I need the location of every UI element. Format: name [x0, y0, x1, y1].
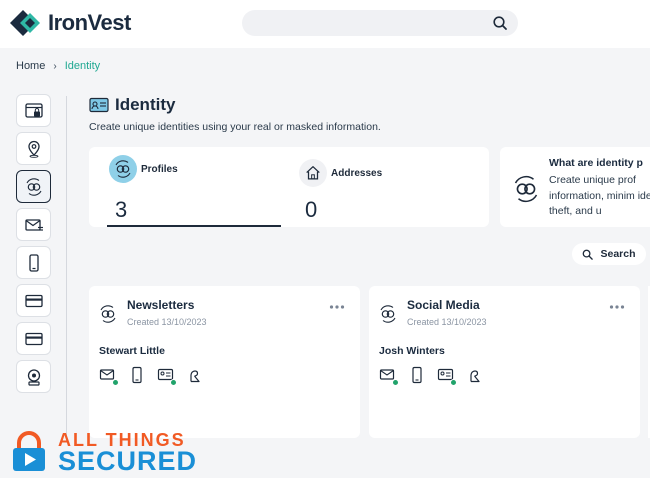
phone-icon	[132, 366, 142, 384]
masked-email-feature[interactable]	[379, 366, 399, 386]
ironvest-logo-icon	[10, 10, 40, 36]
brand-logo[interactable]: IronVest	[10, 8, 131, 38]
identity-masks-icon	[380, 305, 396, 323]
masked-email-icon	[24, 218, 43, 231]
masked-email-feature[interactable]	[99, 366, 119, 386]
sidebar-item-browser-lock[interactable]	[16, 94, 51, 127]
masked-phone-feature[interactable]	[128, 366, 148, 386]
addresses-tab[interactable]: Addresses 0	[299, 147, 469, 227]
search-button[interactable]: Search	[572, 243, 646, 265]
phone-icon	[28, 253, 39, 272]
sidebar-item-identity[interactable]	[16, 170, 51, 203]
address-feature[interactable]	[186, 366, 206, 386]
addresses-count: 0	[305, 197, 318, 222]
sidebar-item-card-2[interactable]	[16, 322, 51, 355]
card-created-date: Created 13/10/2023	[407, 317, 487, 327]
masked-card-feature[interactable]	[437, 366, 457, 386]
addresses-badge	[299, 159, 327, 187]
identity-card[interactable]: Social Media Created 13/10/2023 Josh Win…	[369, 286, 640, 438]
profiles-tab[interactable]: Profiles 3	[107, 147, 281, 227]
card-feature-icons	[379, 366, 495, 386]
info-title: What are identity p	[549, 157, 643, 169]
search-icon	[583, 249, 594, 260]
page-title: Identity	[115, 95, 176, 114]
card-identity-name: Josh Winters	[379, 345, 445, 357]
identity-masks-icon	[26, 177, 41, 196]
card-icon	[24, 294, 43, 307]
sidebar-item-webcam[interactable]	[16, 360, 51, 393]
webcam-icon	[27, 368, 40, 386]
active-status-dot	[450, 379, 457, 386]
global-search-input[interactable]	[242, 10, 518, 36]
card-identity-name: Stewart Little	[99, 345, 165, 357]
page-header: Identity	[89, 95, 175, 115]
profiles-count: 3	[115, 197, 128, 222]
address-feature[interactable]	[466, 366, 486, 386]
arm-pose-icon	[470, 370, 480, 383]
card-title: Newsletters	[127, 298, 195, 312]
sidebar	[16, 94, 52, 398]
active-status-dot	[112, 379, 119, 386]
breadcrumb: Home › Identity	[16, 60, 100, 72]
card-created-date: Created 13/10/2023	[127, 317, 207, 327]
sidebar-item-location[interactable]	[16, 132, 51, 165]
breadcrumb-current: Identity	[64, 60, 101, 72]
breadcrumb-separator: ›	[53, 60, 57, 72]
profiles-label: Profiles	[141, 164, 178, 175]
location-pin-icon	[27, 140, 40, 158]
brand-name: IronVest	[48, 10, 131, 35]
card-title: Social Media	[407, 298, 480, 312]
more-options-icon[interactable]	[609, 304, 625, 310]
browser-lock-icon	[24, 102, 43, 118]
identity-masks-icon	[115, 160, 131, 178]
site-watermark: ALL THINGS SECURED	[0, 426, 230, 478]
watermark-line-2: SECURED	[58, 446, 198, 476]
sidebar-item-card-1[interactable]	[16, 284, 51, 317]
page-subtitle: Create unique identities using your real…	[89, 121, 381, 133]
arm-pose-icon	[190, 370, 200, 383]
identity-masks-icon	[100, 305, 116, 323]
info-body: Create unique prof information, minim id…	[549, 174, 650, 217]
stats-card: Profiles 3 Addresses 0	[89, 147, 489, 227]
identity-masks-icon	[514, 175, 538, 203]
identity-info-card: What are identity p Create unique prof i…	[500, 147, 650, 227]
sidebar-item-phone[interactable]	[16, 246, 51, 279]
breadcrumb-home[interactable]: Home	[16, 60, 45, 72]
active-status-dot	[392, 379, 399, 386]
card-icon	[24, 332, 43, 345]
masked-card-feature[interactable]	[157, 366, 177, 386]
profiles-badge	[109, 155, 137, 183]
padlock-play-icon	[13, 431, 45, 471]
masked-phone-feature[interactable]	[408, 366, 428, 386]
addresses-label: Addresses	[331, 168, 383, 179]
house-icon	[306, 166, 320, 180]
sidebar-item-masked-email[interactable]	[16, 208, 51, 241]
identity-card[interactable]: Newsletters Created 13/10/2023 Stewart L…	[89, 286, 360, 438]
active-status-dot	[170, 379, 177, 386]
top-bar: IronVest	[0, 0, 650, 48]
more-options-icon[interactable]	[329, 304, 345, 310]
search-button-label: Search	[600, 248, 636, 260]
phone-icon	[412, 366, 422, 384]
card-feature-icons	[99, 366, 215, 386]
id-card-icon	[89, 97, 109, 113]
search-icon	[493, 16, 507, 30]
sidebar-divider	[66, 96, 67, 436]
